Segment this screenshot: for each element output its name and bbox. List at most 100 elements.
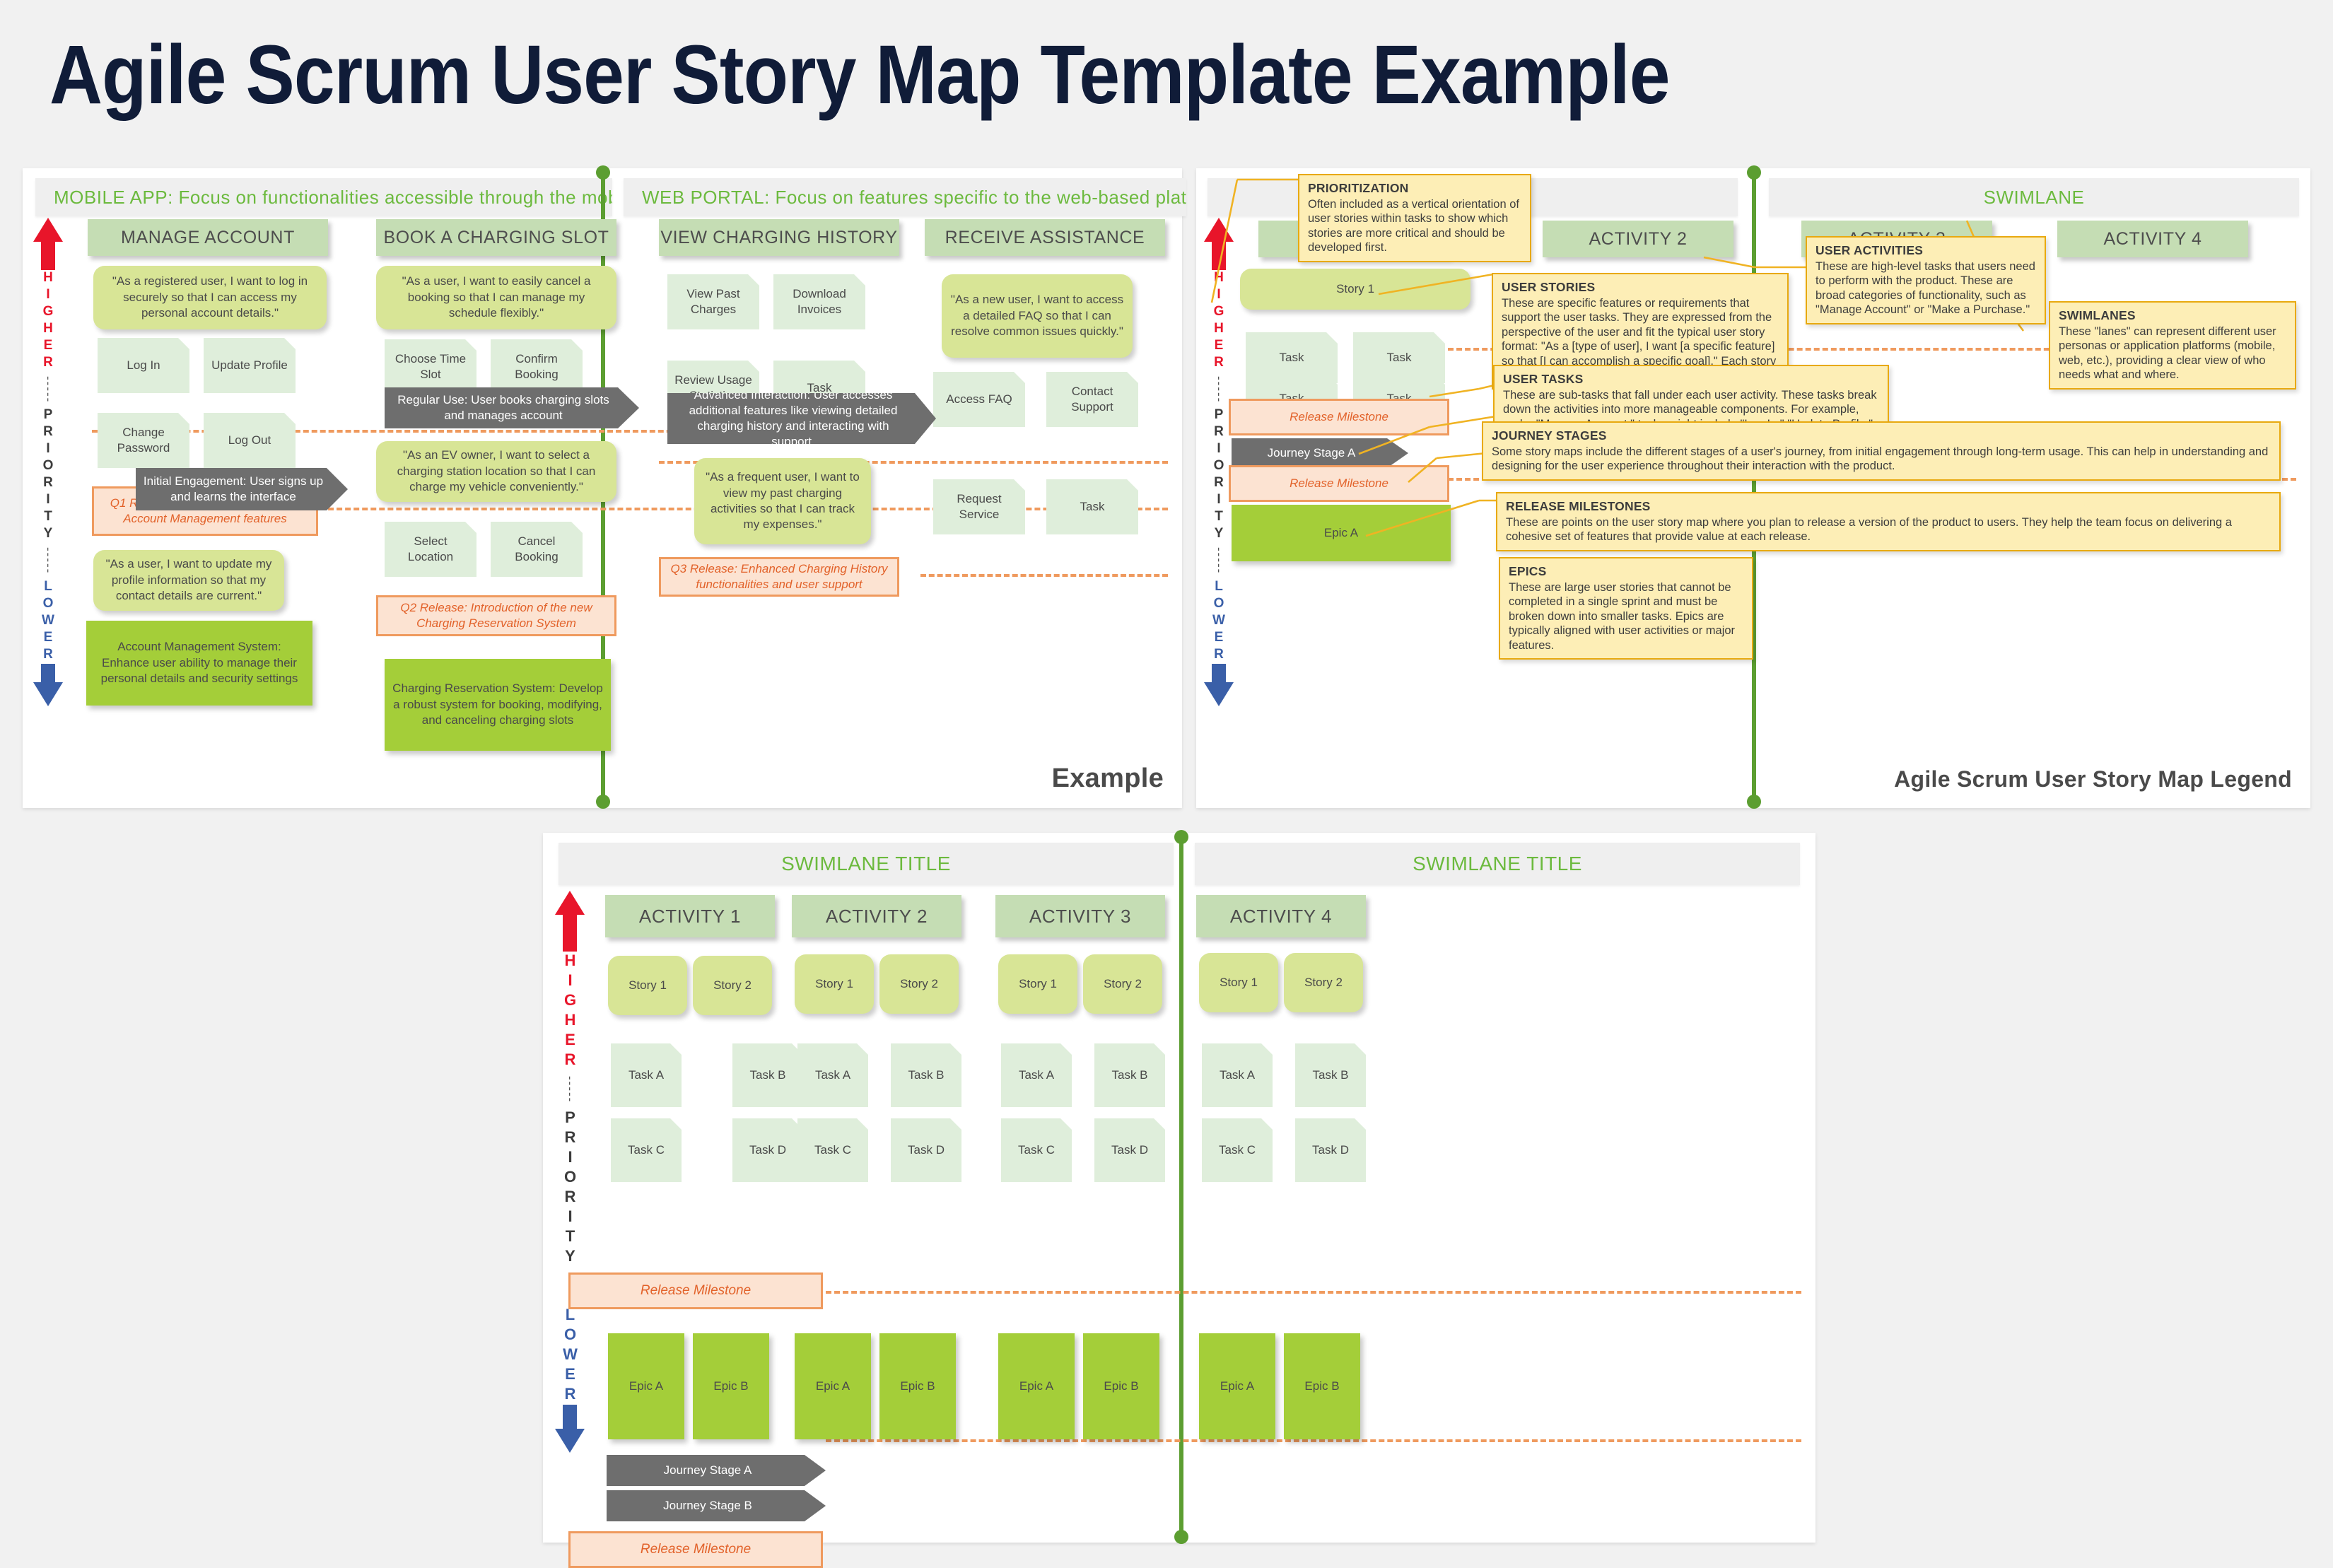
callout-title: PRIORITIZATION <box>1308 181 1409 195</box>
activity-card[interactable]: ACTIVITY 2 <box>792 895 961 937</box>
task-card[interactable]: Cancel Booking <box>491 522 583 577</box>
task-card[interactable]: Confirm Booking <box>491 339 583 394</box>
axis-label-higher: HIGHER <box>1211 270 1227 372</box>
axis-dash-lower: ----- <box>42 547 55 575</box>
callout-title: USER ACTIVITIES <box>1815 243 1924 257</box>
story-card[interactable]: Story 1 <box>1199 953 1278 1012</box>
story-card[interactable]: "As a new user, I want to access a detai… <box>942 274 1133 358</box>
task-card[interactable]: Task B <box>1094 1043 1165 1107</box>
story-card[interactable]: Story 1 <box>998 954 1077 1014</box>
release-milestone-card[interactable]: Release Milestone <box>568 1272 823 1309</box>
story-card[interactable]: "As an EV owner, I want to select a char… <box>376 441 616 502</box>
release-milestone-card[interactable]: Release Milestone <box>568 1531 823 1568</box>
journey-stage-card[interactable]: Journey Stage A <box>1232 438 1408 468</box>
activity-card[interactable]: ACTIVITY 1 <box>605 895 775 937</box>
story-card[interactable]: "As a registered user, I want to log in … <box>93 266 327 329</box>
story-card[interactable]: "As a user, I want to update my profile … <box>93 550 284 611</box>
task-card[interactable]: Task C <box>1202 1118 1273 1182</box>
task-card[interactable]: Change Password <box>98 413 189 468</box>
story-card[interactable]: Story 2 <box>879 954 959 1014</box>
task-card[interactable]: Log In <box>98 338 189 393</box>
journey-stage-card[interactable]: Initial Engagement: User signs up and le… <box>136 468 348 510</box>
task-card[interactable]: Task A <box>797 1043 868 1107</box>
arrow-up-icon <box>33 218 63 242</box>
task-card[interactable]: Update Profile <box>204 338 296 393</box>
task-card[interactable]: Task A <box>1001 1043 1072 1107</box>
task-card[interactable]: Task D <box>1094 1118 1165 1182</box>
swimlane-divider <box>1174 830 1188 1544</box>
journey-stage-card[interactable]: Journey Stage B <box>607 1490 826 1521</box>
story-card[interactable]: Story 1 <box>795 954 874 1014</box>
epic-card[interactable]: Epic B <box>1083 1333 1159 1439</box>
epic-card[interactable]: Epic B <box>879 1333 956 1439</box>
epic-card[interactable]: Epic A <box>1199 1333 1275 1439</box>
journey-stage-card[interactable]: Advanced Interaction: User accesses addi… <box>667 393 936 444</box>
task-card[interactable]: Task <box>1046 479 1138 534</box>
epic-card[interactable]: Epic A <box>608 1333 684 1439</box>
story-card[interactable]: "As a frequent user, I want to view my p… <box>694 458 871 544</box>
activity-card[interactable]: ACTIVITY 2 <box>1543 221 1733 257</box>
release-milestone-card[interactable]: Q3 Release: Enhanced Charging History fu… <box>659 557 899 597</box>
axis-label-lower: LOWER <box>40 578 56 664</box>
epic-card[interactable]: Charging Reservation System: Develop a r… <box>385 659 611 751</box>
task-card[interactable]: Task A <box>1202 1043 1273 1107</box>
release-line-q3b <box>920 574 1168 577</box>
task-card[interactable]: Task B <box>732 1043 803 1107</box>
activity-card[interactable]: MANAGE ACCOUNT <box>88 219 328 256</box>
epic-card[interactable]: Account Management System: Enhance user … <box>86 621 312 706</box>
activity-card[interactable]: ACTIVITY 4 <box>1196 895 1366 937</box>
axis-label-higher: HIGHER <box>561 952 579 1070</box>
task-card[interactable]: Task D <box>891 1118 961 1182</box>
task-card[interactable]: Access FAQ <box>933 372 1025 427</box>
task-card[interactable]: Request Service <box>933 479 1025 534</box>
callout-title: RELEASE MILESTONES <box>1506 499 1651 513</box>
task-card[interactable]: Download Invoices <box>773 274 865 329</box>
page-title: Agile Scrum User Story Map Template Exam… <box>49 28 1670 122</box>
priority-axis: HIGHER ----- PRIORITY ----- LOWER <box>31 218 65 790</box>
axis-label-lower: LOWER <box>1211 578 1227 664</box>
task-card[interactable]: Task D <box>732 1118 803 1182</box>
activity-card[interactable]: VIEW CHARGING HISTORY <box>659 219 899 256</box>
release-milestone-card[interactable]: Release Milestone <box>1229 465 1449 502</box>
arrow-up-icon <box>1204 218 1234 242</box>
task-card[interactable]: Task C <box>1001 1118 1072 1182</box>
task-card[interactable]: Select Location <box>385 522 476 577</box>
task-card[interactable]: Choose Time Slot <box>385 339 476 394</box>
callout-user-activities: USER ACTIVITIES These are high-level tas… <box>1806 236 2046 324</box>
axis-label-priority: PRIORITY <box>1211 407 1227 544</box>
task-card[interactable]: Task A <box>611 1043 682 1107</box>
epic-card[interactable]: Epic A <box>1232 505 1451 561</box>
task-card[interactable]: View Past Charges <box>667 274 759 329</box>
journey-stage-card[interactable]: Regular Use: User books charging slots a… <box>385 387 639 428</box>
epic-card[interactable]: Epic A <box>795 1333 871 1439</box>
task-card[interactable]: Task B <box>1295 1043 1366 1107</box>
activity-card[interactable]: BOOK A CHARGING SLOT <box>376 219 616 256</box>
task-card[interactable]: Task B <box>891 1043 961 1107</box>
story-card[interactable]: "As a user, I want to easily cancel a bo… <box>376 266 616 329</box>
epic-card[interactable]: Epic A <box>998 1333 1075 1439</box>
release-milestone-card[interactable]: Release Milestone <box>1229 399 1449 435</box>
task-card[interactable]: Contact Support <box>1046 372 1138 427</box>
task-card[interactable]: Task C <box>611 1118 682 1182</box>
task-card[interactable]: Task C <box>797 1118 868 1182</box>
story-card[interactable]: Story 2 <box>693 956 772 1015</box>
story-card[interactable]: Story 1 <box>608 956 687 1015</box>
story-card[interactable]: Story 1 <box>1240 269 1470 310</box>
epic-card[interactable]: Epic B <box>1284 1333 1360 1439</box>
story-card[interactable]: Story 2 <box>1284 953 1363 1012</box>
swimlane-header-legend-right: SWIMLANE <box>1769 178 2299 216</box>
activity-card[interactable]: ACTIVITY 4 <box>2057 221 2248 257</box>
activity-card[interactable]: ACTIVITY 3 <box>995 895 1165 937</box>
callout-title: SWIMLANES <box>2059 308 2136 322</box>
task-card[interactable]: Task D <box>1295 1118 1366 1182</box>
story-card[interactable]: Story 2 <box>1083 954 1162 1014</box>
activity-card[interactable]: RECEIVE ASSISTANCE <box>925 219 1165 256</box>
arrow-up-icon <box>555 891 585 915</box>
release-milestone-card[interactable]: Q2 Release: Introduction of the new Char… <box>376 595 616 636</box>
axis-dash-upper: ----- <box>563 1076 577 1104</box>
callout-body: Often included as a vertical orientation… <box>1308 197 1520 254</box>
journey-stage-card[interactable]: Journey Stage A <box>607 1455 826 1486</box>
priority-axis: HIGHER ----- PRIORITY ----- LOWER <box>553 891 587 1527</box>
epic-card[interactable]: Epic B <box>693 1333 769 1439</box>
task-card[interactable]: Log Out <box>204 413 296 468</box>
